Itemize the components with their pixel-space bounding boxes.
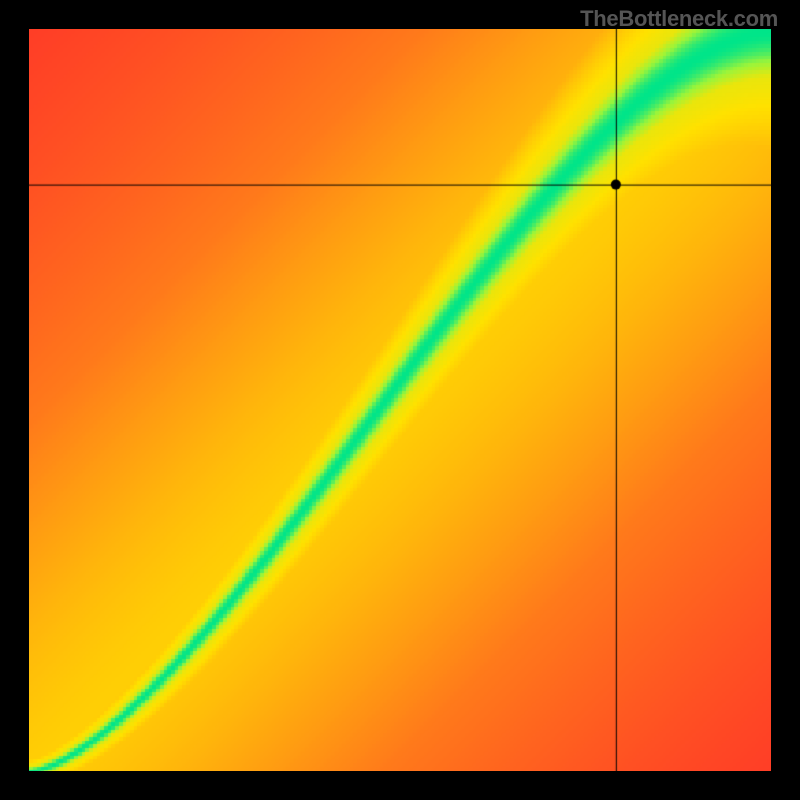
watermark-label: TheBottleneck.com [580,6,778,32]
bottleneck-heatmap [29,29,771,771]
chart-container: TheBottleneck.com [0,0,800,800]
